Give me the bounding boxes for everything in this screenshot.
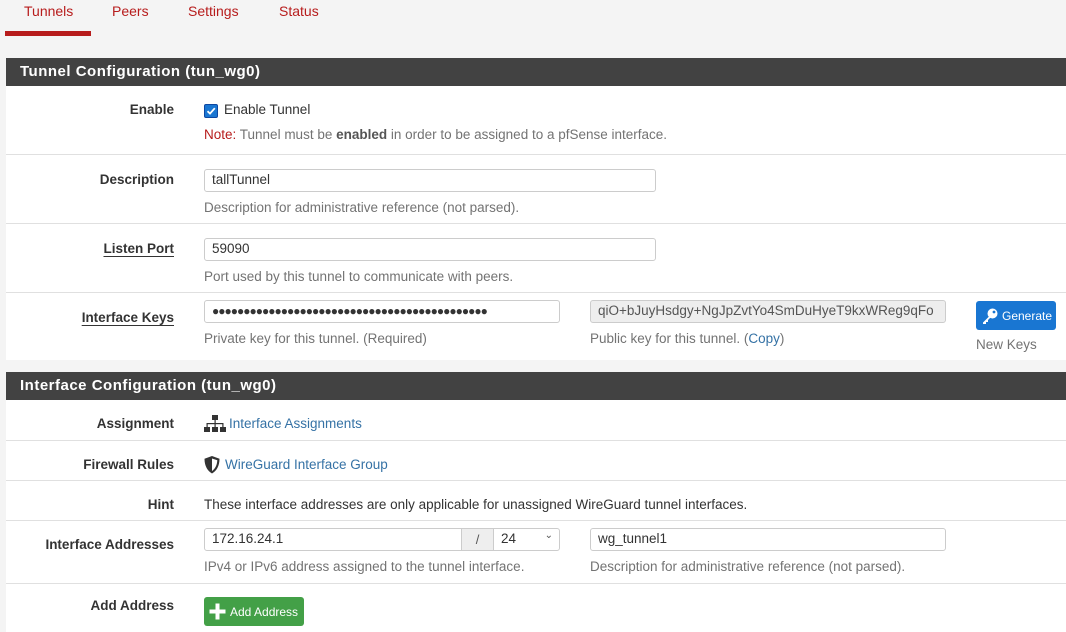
public-help-suffix: ) [779,331,785,346]
enable-note: Note: Tunnel must be enabled in order to… [204,127,667,142]
hint-text: These interface addresses are only appli… [204,497,748,512]
address-description-input[interactable]: wg_tunnel1 [590,528,946,551]
assignment-label: Assignment [96,416,174,431]
tab-settings[interactable]: Settings [188,3,239,19]
generate-label: Generate [1002,308,1053,323]
private-key-help: Private key for this tunnel. (Required) [204,331,427,346]
note-text-1: Tunnel must be [236,127,337,142]
enable-row: Enable Enable Tunnel Note: Tunnel must b… [6,86,1066,154]
interface-addresses-row: Interface Addresses 172.16.24.1 / 24 ⌄ I… [6,520,1066,583]
firewall-rules-label: Firewall Rules [83,457,174,472]
sitemap-icon [204,415,226,432]
panel-heading: Interface Configuration (tun_wg0) [6,372,1066,400]
listen-port-row: Listen Port 59090 Port used by this tunn… [6,223,1066,292]
interface-address-help: IPv4 or IPv6 address assigned to the tun… [204,559,525,574]
description-help: Description for administrative reference… [204,200,520,215]
tab-peers[interactable]: Peers [112,3,149,19]
tab-tunnels[interactable]: Tunnels [24,3,73,19]
cidr-separator: / [461,528,494,551]
public-key-input[interactable]: qiO+bJuyHsdgy+NgJpZvtYo4SmDuHyeT9kxWReg9… [590,300,946,323]
tunnel-configuration-panel: Tunnel Configuration (tun_wg0) Enable En… [6,58,1066,360]
tab-status[interactable]: Status [279,3,319,19]
description-input[interactable]: tallTunnel [204,169,656,192]
public-help-prefix: Public key for this tunnel. ( [590,331,749,346]
assignment-row: Assignment Interface Assignments [6,400,1066,440]
shield-icon [204,456,220,474]
note-prefix: Note: [204,127,237,142]
firewall-rules-row: Firewall Rules WireGuard Interface Group [6,440,1066,480]
private-key-input[interactable]: ●●●●●●●●●●●●●●●●●●●●●●●●●●●●●●●●●●●●●●●●… [204,300,560,323]
cidr-value: 24 [501,531,517,546]
interface-addresses-label: Interface Addresses [45,537,174,552]
public-key-help: Public key for this tunnel. (Copy) [590,331,784,346]
hint-row: Hint These interface addresses are only … [6,480,1066,520]
add-address-label: Add Address [90,598,174,613]
note-text-2: in order to be assigned to a pfSense int… [387,127,668,142]
plus-icon [209,603,226,620]
description-label: Description [99,172,174,187]
chevron-down-icon: ⌄ [544,530,553,541]
interface-keys-row: Interface Keys ●●●●●●●●●●●●●●●●●●●●●●●●●… [6,292,1066,360]
wireguard-interface-group-link[interactable]: WireGuard Interface Group [225,457,388,472]
hint-label: Hint [147,497,174,512]
interface-address-input[interactable]: 172.16.24.1 [204,528,462,551]
note-bold: enabled [336,127,388,142]
panel-heading: Tunnel Configuration (tun_wg0) [6,58,1066,86]
interface-assignments-link[interactable]: Interface Assignments [229,416,362,431]
add-address-button[interactable]: Add Address [204,597,304,626]
listen-port-input[interactable]: 59090 [204,238,656,261]
description-row: Description tallTunnel Description for a… [6,154,1066,223]
copy-link[interactable]: Copy [748,331,780,346]
enable-tunnel-checkbox[interactable] [204,104,218,118]
enable-tunnel-label[interactable]: Enable Tunnel [224,102,310,117]
listen-port-help: Port used by this tunnel to communicate … [204,269,514,284]
tab-bar: Tunnels Peers Settings Status [0,0,1066,40]
add-address-row: Add Address Add Address [6,583,1066,632]
interface-configuration-panel: Interface Configuration (tun_wg0) Assign… [6,372,1066,632]
checkmark-icon [206,107,216,115]
listen-port-label: Listen Port [103,241,174,256]
generate-help: New Keys [976,337,1037,352]
key-icon [983,308,998,324]
address-description-help: Description for administrative reference… [590,559,906,574]
cidr-select[interactable]: 24 ⌄ [493,528,560,551]
active-tab-indicator [5,31,91,36]
enable-label: Enable [129,102,174,117]
add-address-button-label: Add Address [230,604,299,619]
generate-keys-button[interactable]: Generate [976,301,1056,330]
interface-keys-label: Interface Keys [81,310,174,325]
